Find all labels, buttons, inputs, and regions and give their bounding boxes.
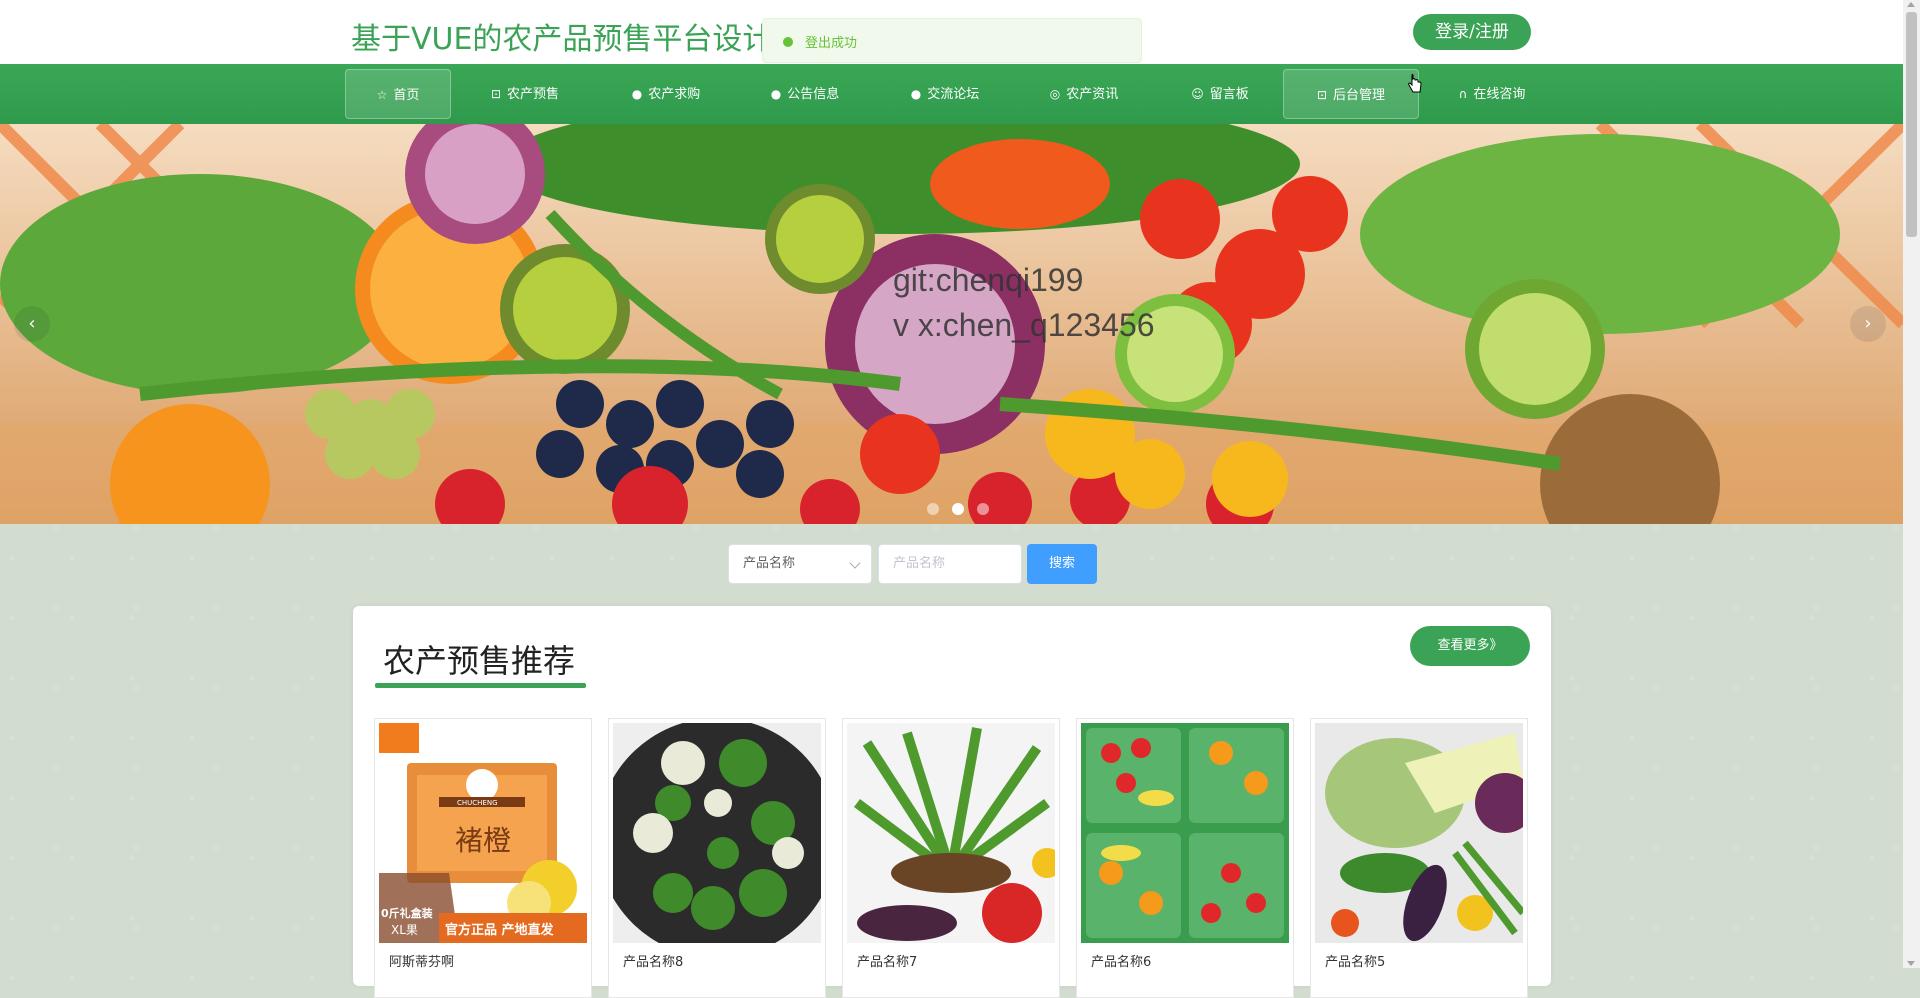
product-brand-en: CHUCHENG	[457, 799, 498, 807]
nav-label: 农产求购	[648, 87, 701, 102]
nav-label: 首页	[393, 88, 420, 103]
product-card[interactable]: 产品名称6	[1076, 718, 1294, 998]
product-name: 阿斯蒂芬啊	[389, 955, 455, 970]
product-image	[847, 723, 1055, 943]
product-card[interactable]: 产品名称7	[842, 718, 1060, 998]
carousel-dot-active[interactable]	[952, 503, 965, 515]
page-scrollbar[interactable]	[1903, 0, 1920, 968]
carousel-indicators	[923, 500, 993, 519]
product-image	[613, 723, 821, 943]
carousel-prev-button[interactable]: ‹	[14, 306, 50, 342]
carousel-dot[interactable]	[977, 503, 990, 515]
search-input[interactable]: 产品名称	[878, 544, 1022, 584]
nav-item-notice[interactable]: ● 公告信息	[753, 69, 857, 119]
watermark-line-2: v x:chen_q123456	[893, 307, 1155, 343]
nav-label: 在线咨询	[1473, 87, 1526, 102]
top-bar: 基于VUE的农产品预售平台设计 登出成功 登录/注册	[0, 0, 1903, 64]
carousel-dot[interactable]	[927, 503, 939, 515]
chevron-down-icon	[849, 557, 861, 569]
info-icon: ●	[910, 87, 922, 101]
nav-label: 农产预售	[507, 87, 560, 102]
product-image	[1081, 723, 1289, 943]
globe-icon: ◎	[1049, 87, 1061, 101]
nav-item-presale[interactable]: ⊡ 农产预售	[473, 69, 577, 119]
product-badge-slogan: 官方正品 产地直发	[445, 923, 554, 938]
product-brand-text: 褚橙	[455, 824, 512, 857]
watermark-line-1: git:chenqi199	[893, 262, 1084, 298]
briefcase-icon: ⊡	[1316, 88, 1328, 102]
nav-label: 留言板	[1209, 87, 1249, 102]
nav-item-consult[interactable]: ∩ 在线咨询	[1440, 69, 1544, 119]
section-title: 农产预售推荐	[383, 642, 576, 680]
main-nav: ☆ 首页 ⊡ 农产预售 ● 农产求购 ● 公告信息 ● 交流论坛 ◎ 农产资讯 ☺ 留言板 ⊡…	[0, 64, 1903, 124]
smile-icon: ☺	[1191, 87, 1204, 101]
bag-icon: ⊡	[490, 87, 502, 101]
product-badge-weight: 0斤礼盒装	[381, 907, 433, 920]
nav-label: 农产资讯	[1066, 87, 1119, 102]
headset-icon: ∩	[1458, 87, 1468, 101]
success-icon	[783, 37, 793, 47]
toast-message: 登出成功	[805, 36, 858, 51]
product-card[interactable]: 产品名称8	[608, 718, 826, 998]
scroll-up-icon[interactable]	[1907, 2, 1915, 7]
search-button[interactable]: 搜索	[1027, 544, 1097, 584]
question-icon: ●	[770, 87, 782, 101]
nav-item-forum[interactable]: ● 交流论坛	[893, 69, 997, 119]
title-underline	[375, 683, 586, 688]
nav-item-messages[interactable]: ☺ 留言板	[1168, 69, 1272, 119]
product-badge-size: XL果	[391, 923, 418, 937]
login-register-button[interactable]: 登录/注册	[1413, 14, 1531, 50]
product-name: 产品名称7	[857, 955, 918, 970]
select-value: 产品名称	[743, 556, 796, 571]
product-name: 产品名称6	[1091, 955, 1152, 970]
nav-item-purchase[interactable]: ● 农产求购	[614, 69, 718, 119]
product-card[interactable]: 产品名称5	[1310, 718, 1528, 998]
product-image	[1315, 723, 1523, 943]
view-more-button[interactable]: 查看更多》	[1410, 626, 1530, 666]
nav-item-news[interactable]: ◎ 农产资讯	[1032, 69, 1136, 119]
hand-cursor-icon	[1408, 74, 1422, 93]
nav-item-home[interactable]: ☆ 首页	[345, 69, 451, 119]
toast-notification: 登出成功	[762, 18, 1142, 63]
nav-label: 交流论坛	[927, 87, 980, 102]
nav-item-admin[interactable]: ⊡ 后台管理	[1283, 69, 1419, 119]
presale-recommend-panel: 农产预售推荐 查看更多》 0斤礼盒装 XL果 官方正品 产地直发 褚橙 CHUC…	[353, 606, 1551, 998]
product-card[interactable]: 0斤礼盒装 XL果 官方正品 产地直发 褚橙 CHUCHENG 阿斯蒂芬啊	[374, 718, 592, 998]
search-field-select[interactable]: 产品名称	[728, 544, 872, 584]
nav-label: 后台管理	[1333, 88, 1386, 103]
product-name: 产品名称5	[1325, 955, 1386, 970]
nav-label: 公告信息	[787, 87, 840, 102]
star-icon: ☆	[376, 88, 388, 102]
info-icon: ●	[631, 87, 643, 101]
scrollbar-thumb[interactable]	[1906, 12, 1917, 237]
carousel-next-button[interactable]: ›	[1850, 306, 1886, 342]
scroll-down-icon[interactable]	[1907, 961, 1915, 966]
product-name: 产品名称8	[623, 955, 684, 970]
hero-carousel[interactable]: git:chenqi199 v x:chen_q123456 ‹ ›	[0, 124, 1903, 524]
site-title: 基于VUE的农产品预售平台设计	[351, 22, 773, 57]
